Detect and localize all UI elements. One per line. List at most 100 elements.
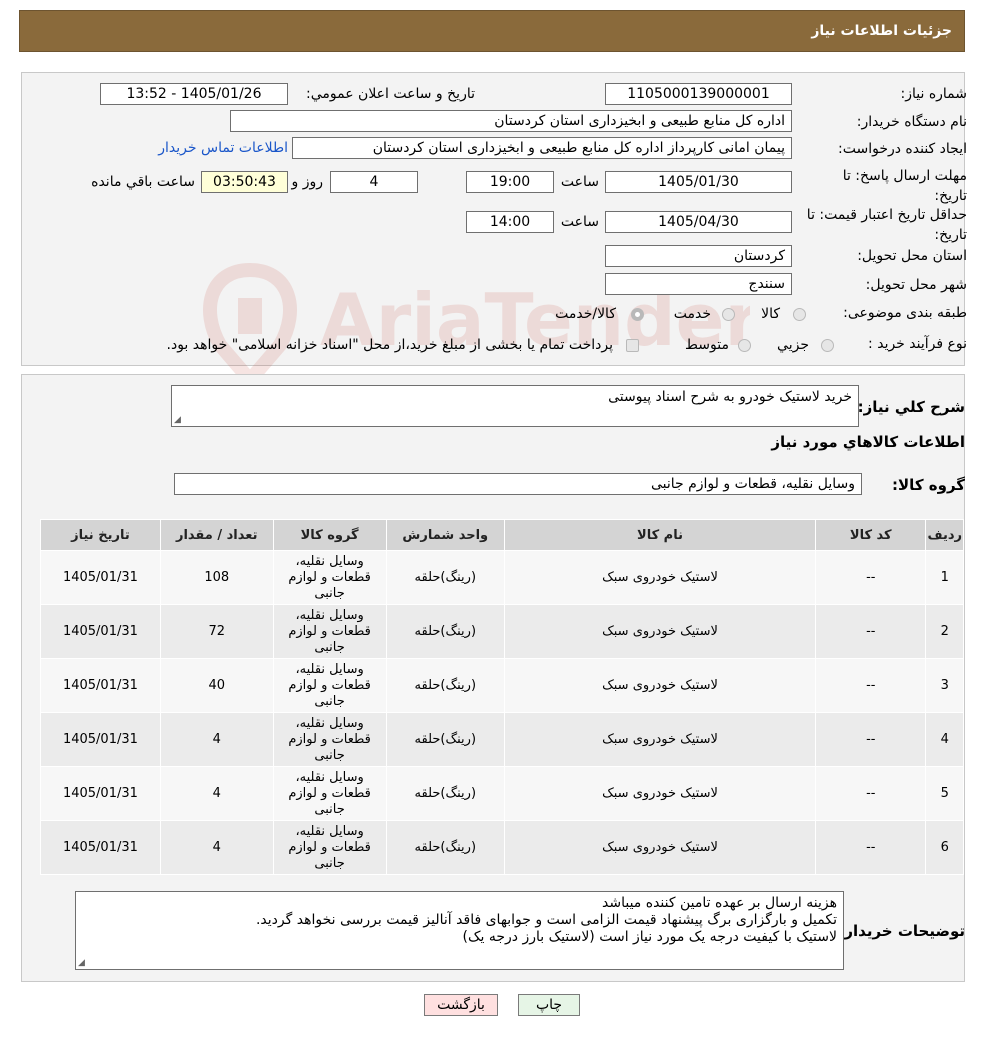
category-goods-service-radio[interactable]	[631, 308, 644, 321]
deadline-time-field: 19:00	[466, 171, 554, 193]
col-row-header: رديف	[925, 519, 964, 551]
validity-date-field: 1405/04/30	[605, 211, 792, 233]
buyer-notes-label: توضیحات خریدار:	[838, 922, 965, 940]
buyer-notes-field[interactable]: هزینه ارسال بر عهده تامین کننده میباشد ت…	[75, 891, 844, 970]
category-service-label: خدمت	[673, 306, 711, 322]
items-table: رديف کد کالا نام کالا واحد شمارش گروه کا…	[40, 519, 964, 875]
process-small-label: جزيي	[777, 337, 809, 353]
buyer-notes-line: هزینه ارسال بر عهده تامین کننده میباشد	[602, 895, 837, 911]
process-small-radio[interactable]	[821, 339, 834, 352]
row-name: لاستیک خودروی سبک	[503, 604, 817, 659]
category-goods-label: کالا	[761, 306, 780, 322]
row-qty: 72	[159, 604, 274, 659]
row-unit: (رینگ)حلقه	[385, 820, 505, 875]
need-number-field: 1105000139000001	[605, 83, 792, 105]
row-name: لاستیک خودروی سبک	[503, 766, 817, 821]
category-goods-radio[interactable]	[793, 308, 806, 321]
row-index: 3	[925, 658, 964, 713]
row-index: 2	[925, 604, 964, 659]
col-date-header: تاريخ نياز	[40, 519, 161, 551]
row-code: --	[815, 550, 927, 605]
row-group: وسایل نقلیه، قطعات و لوازم جانبی	[272, 766, 387, 821]
category-goods-service-label: کالا/خدمت	[555, 306, 616, 322]
row-date: 1405/01/31	[40, 820, 161, 875]
days-label: روز و	[291, 174, 324, 190]
page-title: جزئیات اطلاعات نیاز	[811, 23, 952, 39]
col-qty-header: تعداد / مقدار	[159, 519, 274, 551]
goods-group-field: وسایل نقلیه، قطعات و لوازم جانبی	[174, 473, 862, 495]
resize-grip-icon[interactable]: ◢	[174, 416, 181, 425]
table-row: 5 -- لاستیک خودروی سبک (رینگ)حلقه وسایل …	[40, 766, 964, 821]
items-table-header: رديف کد کالا نام کالا واحد شمارش گروه کا…	[40, 519, 964, 551]
row-date: 1405/01/31	[40, 550, 161, 605]
row-name: لاستیک خودروی سبک	[503, 820, 817, 875]
category-service-radio[interactable]	[722, 308, 735, 321]
items-section-title: اطلاعات کالاهاي مورد نياز	[771, 433, 965, 451]
row-group: وسایل نقلیه، قطعات و لوازم جانبی	[272, 658, 387, 713]
row-qty: 4	[159, 820, 274, 875]
process-medium-label: متوسط	[685, 337, 729, 353]
process-note: پرداخت تمام یا بخشی از مبلغ خرید،از محل …	[166, 337, 613, 353]
process-label: نوع فرآيند خريد :	[868, 336, 967, 352]
row-code: --	[815, 820, 927, 875]
row-unit: (رینگ)حلقه	[385, 766, 505, 821]
row-group: وسایل نقلیه، قطعات و لوازم جانبی	[272, 712, 387, 767]
province-field: کردستان	[605, 245, 792, 267]
buyer-org-field: اداره کل منابع طبیعی و ابخیزداری استان ک…	[230, 110, 792, 132]
row-date: 1405/01/31	[40, 604, 161, 659]
table-row: 1 -- لاستیک خودروی سبک (رینگ)حلقه وسایل …	[40, 550, 964, 605]
row-index: 4	[925, 712, 964, 767]
validity-time-field: 14:00	[466, 211, 554, 233]
need-description-text: خرید لاستیک خودرو به شرح اسناد پیوستی	[608, 389, 852, 405]
process-treasury-checkbox[interactable]	[626, 339, 639, 352]
col-code-header: کد کالا	[815, 519, 927, 551]
row-group: وسایل نقلیه، قطعات و لوازم جانبی	[272, 604, 387, 659]
aria-tender-watermark: AriaTender.neT	[203, 262, 750, 390]
deadline-label: مهلت ارسال پاسخ: تا تاريخ:	[842, 168, 967, 204]
row-unit: (رینگ)حلقه	[385, 658, 505, 713]
remaining-time-field: 03:50:43	[201, 171, 288, 193]
back-button[interactable]: بازگشت	[424, 994, 498, 1016]
row-code: --	[815, 766, 927, 821]
row-name: لاستیک خودروی سبک	[503, 550, 817, 605]
goods-group-label: گروه کالا:	[892, 476, 965, 494]
deadline-time-label: ساعت	[560, 174, 599, 190]
buyer-notes-line: تکمیل و بارگزاری برگ پیشنهاد قیمت الزامی…	[255, 912, 837, 928]
row-qty: 108	[159, 550, 274, 605]
process-medium-radio[interactable]	[738, 339, 751, 352]
table-row: 2 -- لاستیک خودروی سبک (رینگ)حلقه وسایل …	[40, 604, 964, 659]
deadline-date-field: 1405/01/30	[605, 171, 792, 193]
city-field: سنندج	[605, 273, 792, 295]
row-name: لاستیک خودروی سبک	[503, 712, 817, 767]
row-unit: (رینگ)حلقه	[385, 550, 505, 605]
row-code: --	[815, 712, 927, 767]
resize-grip-icon[interactable]: ◢	[78, 959, 85, 968]
row-code: --	[815, 658, 927, 713]
need-number-label: شماره نیاز:	[900, 86, 968, 102]
row-qty: 40	[159, 658, 274, 713]
validity-time-label: ساعت	[560, 214, 599, 230]
contact-buyer-link[interactable]: اطلاعات تماس خریدار	[158, 140, 288, 156]
buyer-notes-line: لاستیک با کیفیت درجه یک مورد نیاز است (ل…	[462, 929, 837, 945]
row-code: --	[815, 604, 927, 659]
requester-label: ایجاد کننده درخواست:	[838, 141, 967, 157]
row-unit: (رینگ)حلقه	[385, 712, 505, 767]
col-group-header: گروه کالا	[272, 519, 387, 551]
row-index: 6	[925, 820, 964, 875]
announce-label: تاریخ و ساعت اعلان عمومي:	[306, 86, 475, 102]
table-row: 6 -- لاستیک خودروی سبک (رینگ)حلقه وسایل …	[40, 820, 964, 875]
validity-label: حداقل تاريخ اعتبار قيمت: تا تاريخ:	[806, 207, 967, 243]
row-group: وسایل نقلیه، قطعات و لوازم جانبی	[272, 550, 387, 605]
row-name: لاستیک خودروی سبک	[503, 658, 817, 713]
announce-field: 1405/01/26 - 13:52	[100, 83, 288, 105]
row-unit: (رینگ)حلقه	[385, 604, 505, 659]
print-button[interactable]: چاپ	[518, 994, 580, 1016]
col-unit-header: واحد شمارش	[385, 519, 505, 551]
need-description-field[interactable]: خرید لاستیک خودرو به شرح اسناد پیوستی ◢	[171, 385, 859, 427]
days-field: 4	[330, 171, 418, 193]
row-date: 1405/01/31	[40, 658, 161, 713]
page-header: جزئیات اطلاعات نیاز	[19, 10, 965, 52]
category-label: طبقه بندی موضوعی:	[843, 305, 967, 321]
table-row: 3 -- لاستیک خودروی سبک (رینگ)حلقه وسایل …	[40, 658, 964, 713]
province-label: استان محل تحويل:	[857, 248, 967, 264]
